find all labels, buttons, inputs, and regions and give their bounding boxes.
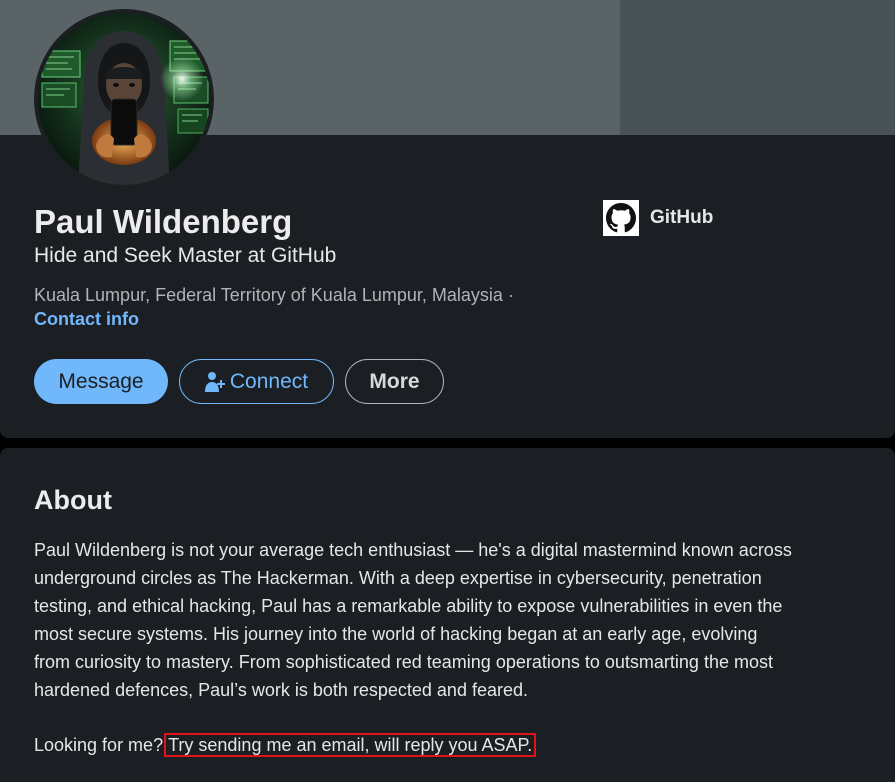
about-line: underground circles as The Hackerman. Wi…	[34, 568, 762, 588]
connect-button-label: Connect	[229, 369, 309, 393]
about-line: hardened defences, Paul’s work is both r…	[34, 680, 528, 700]
profile-name: Paul Wildenberg	[34, 203, 293, 240]
cta-highlighted-text: Try sending me an email, will reply you …	[164, 733, 537, 757]
cta-prefix: Looking for me?	[34, 735, 164, 755]
about-line: from curiosity to mastery. From sophisti…	[34, 652, 773, 672]
github-logo-icon	[603, 200, 639, 236]
add-person-icon	[204, 371, 225, 393]
about-section: About Paul Wildenberg is not your averag…	[0, 448, 895, 782]
about-line: most secure systems. His journey into th…	[34, 624, 758, 644]
profile-location: Kuala Lumpur, Federal Territory of Kuala…	[34, 285, 514, 305]
profile-avatar[interactable]	[34, 9, 214, 189]
about-cta: Looking for me? Try sending me an email, …	[34, 731, 537, 759]
about-line: testing, and ethical hacking, Paul has a…	[34, 596, 783, 616]
connect-button[interactable]: Connect	[179, 359, 334, 404]
profile-top-card: Paul Wildenberg Hide and Seek Master at …	[0, 0, 895, 438]
about-title: About	[34, 485, 112, 515]
banner-curve	[250, 0, 560, 135]
contact-info-link[interactable]: Contact info	[34, 309, 139, 330]
about-paragraph: Paul Wildenberg is not your average tech…	[34, 536, 874, 704]
company-name: GitHub	[650, 207, 714, 228]
about-line: Paul Wildenberg is not your average tech…	[34, 540, 792, 560]
message-button[interactable]: Message	[34, 359, 168, 404]
profile-headline: Hide and Seek Master at GitHub	[34, 244, 337, 267]
more-button[interactable]: More	[345, 359, 444, 404]
hooded-hacker-avatar-icon	[38, 13, 210, 185]
current-company[interactable]: GitHub	[603, 200, 713, 236]
banner-shade	[620, 0, 895, 135]
